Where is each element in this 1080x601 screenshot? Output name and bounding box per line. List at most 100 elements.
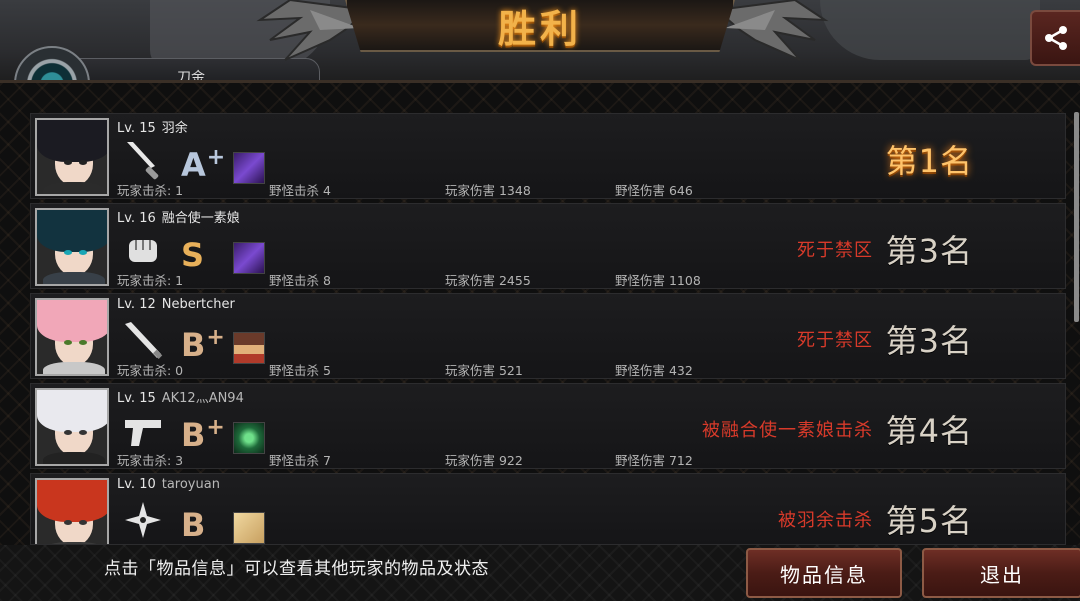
player-row[interactable]: Lv. 12 Nebertcher B+ 玩家击杀: 0 野怪击杀 5 玩家伤害 … xyxy=(30,293,1066,379)
player-name: 羽余 xyxy=(161,121,188,136)
portrait-eye xyxy=(79,340,87,345)
portrait-body xyxy=(43,272,105,284)
player-level: Lv. 12 xyxy=(117,297,156,312)
player-level: Lv. 10 xyxy=(117,477,156,492)
grade-letter: B xyxy=(181,416,206,454)
player-damage-stat: 玩家伤害 2455 xyxy=(445,273,531,288)
green-item-icon[interactable] xyxy=(233,422,265,454)
knife-icon xyxy=(121,138,165,182)
portrait-body xyxy=(43,452,105,464)
portrait-eye xyxy=(64,520,72,525)
death-cause: 死于禁区 xyxy=(797,330,873,351)
player-level: Lv. 15 xyxy=(117,121,156,136)
grade-letter: B xyxy=(181,326,206,364)
grade-badge: A+ xyxy=(181,140,225,183)
monster-damage-stat: 野怪伤害 646 xyxy=(615,183,693,198)
shuriken-icon xyxy=(121,498,165,542)
portrait-eye xyxy=(79,160,87,165)
portrait-hair xyxy=(37,390,107,432)
player-damage-stat: 玩家伤害 521 xyxy=(445,363,523,378)
exit-button[interactable]: 退出 xyxy=(922,548,1080,598)
monster-kills-stat: 野怪击杀 4 xyxy=(269,183,331,198)
rank-label: 第3名 xyxy=(885,322,973,360)
portrait-hair xyxy=(37,120,107,162)
monster-kills-stat: 野怪击杀 5 xyxy=(269,363,331,378)
monster-kills-stat: 野怪击杀 7 xyxy=(269,453,331,468)
death-cause: 被羽余击杀 xyxy=(778,510,873,531)
monster-kills-stat: 野怪击杀 8 xyxy=(269,273,331,288)
player-portrait xyxy=(35,118,109,196)
death-cause: 死于禁区 xyxy=(797,240,873,261)
player-row[interactable]: Lv. 15 羽余 A+ 玩家击杀: 1 野怪击杀 4 玩家伤害 1348 野怪伤… xyxy=(30,113,1066,199)
player-row[interactable]: Lv. 15 AK12灬AN94 B+ 玩家击杀: 3 野怪击杀 7 玩家伤害 9… xyxy=(30,383,1066,469)
player-level-name: Lv. 15 羽余 xyxy=(117,117,188,136)
player-damage-stat: 玩家伤害 922 xyxy=(445,453,523,468)
player-name: AK12灬AN94 xyxy=(161,391,244,406)
hint-text: 点击「物品信息」可以查看其他玩家的物品及状态 xyxy=(104,559,489,579)
item-info-button-label: 物品信息 xyxy=(780,562,868,587)
grade-letter: B xyxy=(181,506,206,544)
rank-label: 第3名 xyxy=(885,232,973,270)
grade-letter: S xyxy=(181,236,205,274)
victory-screen: 刀金 胜利 Lv. 15 羽余 A+ 玩家击杀: 1 野怪击杀 4 玩家伤害 1… xyxy=(0,0,1080,601)
portrait-eye xyxy=(79,250,87,255)
portrait-hair xyxy=(37,210,107,252)
portrait-body xyxy=(43,542,105,544)
player-level-name: Lv. 10 taroyuan xyxy=(117,477,220,492)
monster-damage-stat: 野怪伤害 712 xyxy=(615,453,693,468)
portrait-eye xyxy=(64,340,72,345)
death-cause: 被融合使一素娘击杀 xyxy=(702,420,873,441)
wing-ornament-right xyxy=(715,0,829,61)
grade-badge: B+ xyxy=(181,320,225,363)
monster-damage-stat: 野怪伤害 1108 xyxy=(615,273,701,288)
monster-damage-stat: 野怪伤害 432 xyxy=(615,363,693,378)
grade-plus: + xyxy=(206,325,225,350)
portrait-eye xyxy=(64,250,72,255)
grade-badge: B xyxy=(181,500,206,543)
grade-badge: S xyxy=(181,230,205,273)
bat-icon xyxy=(121,318,165,362)
player-level-name: Lv. 16 融合使一素娘 xyxy=(117,207,240,226)
scene-rock xyxy=(820,0,1040,60)
player-kills-stat: 玩家击杀: 3 xyxy=(117,453,184,468)
player-kills-stat: 玩家击杀: 0 xyxy=(117,363,184,378)
player-portrait xyxy=(35,298,109,376)
results-scrollbar[interactable] xyxy=(1074,112,1079,322)
portrait-hair xyxy=(37,480,107,522)
player-level-name: Lv. 12 Nebertcher xyxy=(117,297,235,312)
player-level-name: Lv. 15 AK12灬AN94 xyxy=(117,387,244,406)
portrait-hair xyxy=(37,300,107,342)
pistol-icon xyxy=(121,408,165,452)
grade-letter: A xyxy=(181,146,206,184)
portrait-eye xyxy=(79,520,87,525)
grade-plus: + xyxy=(206,145,226,170)
grade-badge: B+ xyxy=(181,410,225,453)
item-info-button[interactable]: 物品信息 xyxy=(746,548,902,598)
purple-item-icon[interactable] xyxy=(233,242,265,274)
exit-button-label: 退出 xyxy=(980,562,1024,587)
share-icon xyxy=(1045,26,1067,50)
rank-label: 第1名 xyxy=(885,142,973,180)
grade-plus: + xyxy=(206,415,225,440)
portrait-eye xyxy=(64,160,72,165)
purple-item-icon[interactable] xyxy=(233,152,265,184)
character-item-icon[interactable] xyxy=(233,332,265,364)
portrait-eye xyxy=(79,430,87,435)
player-portrait xyxy=(35,388,109,466)
page-title: 胜利 xyxy=(497,6,582,51)
player-row[interactable]: Lv. 10 taroyuan B 被羽余击杀 第5名 xyxy=(30,473,1066,545)
player-kills-stat: 玩家击杀: 1 xyxy=(117,273,184,288)
player-name: Nebertcher xyxy=(161,297,235,312)
portrait-body xyxy=(43,182,105,194)
portrait-body xyxy=(43,362,105,374)
player-portrait xyxy=(35,208,109,286)
portrait-eye xyxy=(64,430,72,435)
player-portrait xyxy=(35,478,109,544)
player-row[interactable]: Lv. 16 融合使一素娘 S 玩家击杀: 1 野怪击杀 8 玩家伤害 2455 … xyxy=(30,203,1066,289)
player-damage-stat: 玩家伤害 1348 xyxy=(445,183,531,198)
scroll-item-icon[interactable] xyxy=(233,512,265,544)
victory-banner: 胜利 xyxy=(345,0,735,52)
player-level: Lv. 16 xyxy=(117,211,156,226)
player-level: Lv. 15 xyxy=(117,391,156,406)
share-button[interactable] xyxy=(1030,10,1080,66)
